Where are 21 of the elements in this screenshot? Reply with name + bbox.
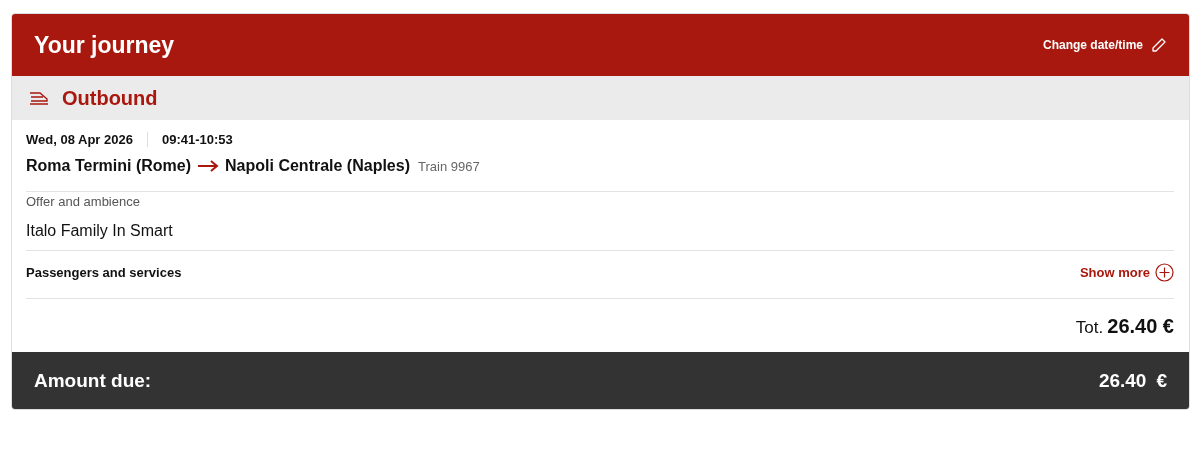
train-icon [28, 90, 50, 106]
amount-due-label: Amount due: [34, 369, 152, 392]
pencil-icon [1151, 37, 1167, 53]
trip-time: 09:41-10:53 [160, 132, 233, 147]
page-title: Your journey [34, 31, 175, 59]
currency-symbol: € [1156, 369, 1167, 392]
section-title: Outbound [62, 86, 158, 110]
departure-station: Roma Termini (Rome) [26, 157, 192, 175]
trip-date: Wed, 08 Apr 2026 [26, 132, 148, 147]
show-more-button[interactable]: Show more [1079, 263, 1174, 282]
total-label: Tot. [1075, 318, 1104, 338]
total-amount: 26.40 € [1107, 315, 1174, 338]
offer-name: Italo Family In Smart [26, 222, 174, 240]
plus-circle-icon [1155, 263, 1174, 282]
offer-label: Offer and ambience [26, 194, 141, 209]
change-date-button[interactable]: Change date/time [1042, 37, 1167, 53]
amount-due-value: 26.40 [1098, 369, 1147, 392]
passengers-label: Passengers and services [26, 265, 182, 280]
arrow-icon [197, 160, 220, 172]
train-number: Train 9967 [418, 158, 480, 174]
arrival-station: Napoli Centrale (Naples) [225, 157, 410, 175]
